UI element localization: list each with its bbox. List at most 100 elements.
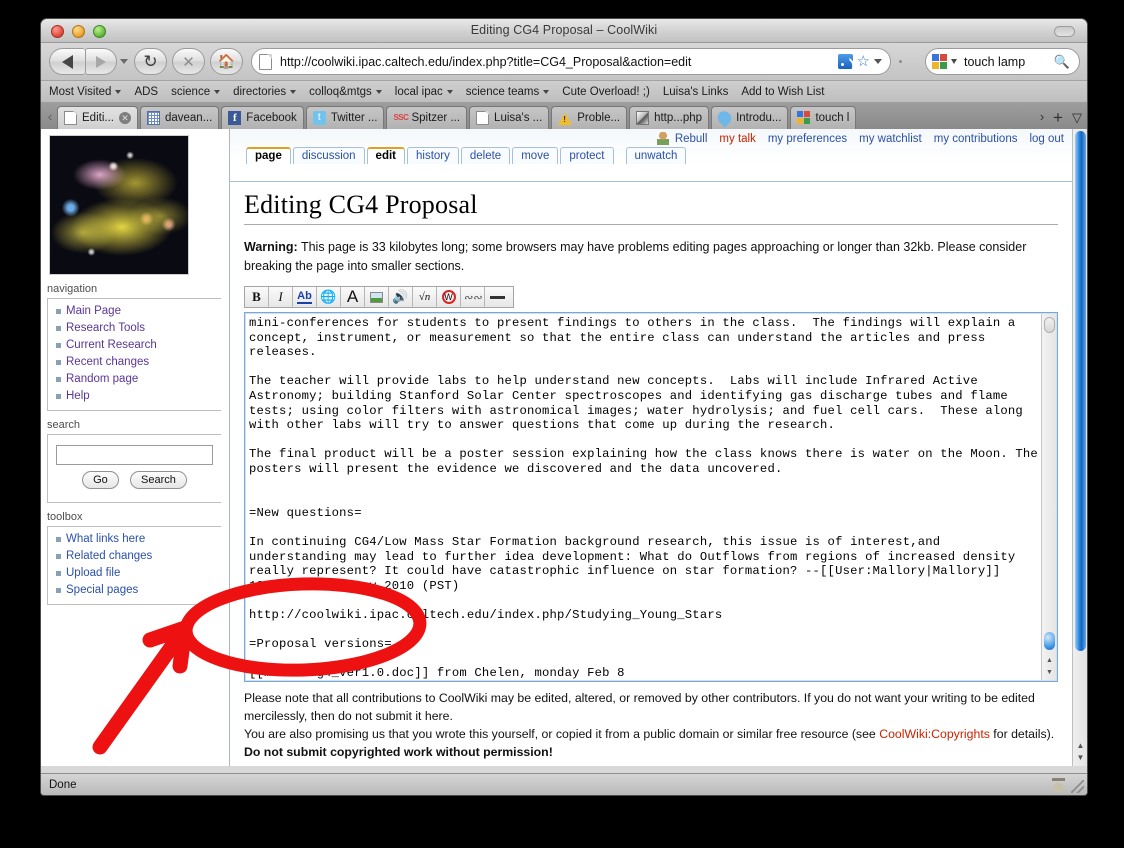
wiki-tab-discussion[interactable]: discussion	[293, 147, 365, 164]
bookmark-item[interactable]: directories	[233, 86, 296, 98]
bookmark-star-icon[interactable]: ☆	[857, 54, 870, 69]
sidebar-link[interactable]: Research Tools	[66, 322, 145, 334]
personal-link[interactable]: my contributions	[934, 133, 1018, 145]
wiki-tab-unwatch[interactable]: unwatch	[626, 147, 687, 164]
stop-button[interactable]: ✕	[172, 48, 205, 75]
page-content: navigation Main PageResearch ToolsCurren…	[41, 129, 1087, 766]
wiki-tab-history[interactable]: history	[407, 147, 459, 164]
list-item: Main Page	[66, 303, 221, 320]
bookmark-item[interactable]: science teams	[466, 86, 550, 98]
search-input[interactable]: touch lamp	[964, 55, 1054, 69]
bookmark-item[interactable]: ADS	[134, 86, 158, 98]
wiki-tab-move[interactable]: move	[512, 147, 558, 164]
wiki-tab-edit[interactable]: edit	[367, 147, 405, 164]
signature-icon[interactable]: ∾∾	[461, 287, 485, 307]
close-tab-icon[interactable]: ✕	[119, 112, 131, 124]
sidebar-link[interactable]: Recent changes	[66, 356, 149, 368]
editor-scrollbar[interactable]: ▲ ▼	[1041, 314, 1056, 680]
heading-icon[interactable]: A	[341, 287, 365, 307]
personal-link[interactable]: log out	[1029, 133, 1064, 145]
editor-scrollbar-top-cap[interactable]	[1044, 317, 1055, 333]
copyrights-link[interactable]: CoolWiki:Copyrights	[879, 727, 990, 741]
page-scrollbar[interactable]: ▲ ▼	[1072, 129, 1087, 766]
search-icon[interactable]: 🔍	[1054, 54, 1070, 70]
personal-link[interactable]: my talk	[719, 133, 755, 145]
chevron-down-icon[interactable]	[874, 59, 882, 64]
bookmark-item[interactable]: colloq&mtgs	[309, 86, 382, 98]
nowiki-icon[interactable]: W	[437, 287, 461, 307]
bookmark-item[interactable]: Add to Wish List	[741, 86, 824, 98]
sidebar-link[interactable]: Special pages	[66, 584, 138, 596]
sidebar-link[interactable]: What links here	[66, 533, 145, 545]
bookmark-label: colloq&mtgs	[309, 86, 372, 98]
tab-scroll-right-icon[interactable]: ›	[1035, 105, 1049, 129]
wiki-search-input[interactable]	[56, 445, 213, 465]
personal-link[interactable]: Rebull	[675, 133, 708, 145]
search-bar[interactable]: touch lamp 🔍	[925, 48, 1080, 75]
back-button[interactable]	[49, 48, 85, 75]
browser-tab[interactable]: http...php	[629, 106, 709, 129]
wiki-logo-image[interactable]	[49, 135, 189, 275]
bookmark-item[interactable]: Luisa's Links	[663, 86, 728, 98]
home-icon: 🏠	[218, 53, 235, 70]
browser-tab[interactable]: davean...	[140, 106, 219, 129]
bookmark-item[interactable]: Cute Overload! ;)	[562, 86, 650, 98]
bold-icon[interactable]: B	[245, 287, 269, 307]
reload-button[interactable]: ↻	[134, 48, 167, 75]
bookmark-item[interactable]: local ipac	[395, 86, 453, 98]
tab-scroll-left-icon[interactable]: ‹	[43, 105, 57, 129]
toolbox-heading: toolbox	[47, 511, 229, 523]
scroll-up-arrow-icon[interactable]: ▲	[1045, 657, 1054, 664]
url-bar[interactable]: http://coolwiki.ipac.caltech.edu/index.p…	[251, 48, 891, 75]
go-button[interactable]: Go	[82, 471, 119, 489]
scroll-down-arrow-icon[interactable]: ▼	[1045, 669, 1054, 676]
browser-tab[interactable]: Editi...✕	[57, 106, 138, 129]
wikitext-editor[interactable]: mini-conferences for students to present…	[244, 312, 1058, 682]
wiki-tab-protect[interactable]: protect	[560, 147, 613, 164]
home-button[interactable]: 🏠	[210, 48, 243, 75]
wiki-tab-delete[interactable]: delete	[461, 147, 510, 164]
personal-link[interactable]: my watchlist	[859, 133, 922, 145]
browser-tab[interactable]: touch l	[790, 106, 856, 129]
sidebar-link[interactable]: Help	[66, 390, 90, 402]
rss-feed-icon[interactable]	[838, 54, 853, 69]
italic-icon[interactable]: I	[269, 287, 293, 307]
sidebar-link[interactable]: Current Research	[66, 339, 157, 351]
external-link-icon[interactable]: 🌐	[317, 287, 341, 307]
browser-tab[interactable]: Luisa's ...	[469, 106, 549, 129]
page-scrollbar-thumb[interactable]	[1075, 131, 1086, 651]
browser-tab[interactable]: Proble...	[551, 106, 627, 129]
page-scroll-down-icon[interactable]: ▼	[1075, 753, 1086, 762]
bookmark-item[interactable]: science	[171, 86, 220, 98]
bookmark-item[interactable]: Most Visited	[49, 86, 121, 98]
tab-label: Facebook	[246, 112, 297, 124]
internal-link-icon[interactable]: Ab	[293, 287, 317, 307]
sidebar-link[interactable]: Random page	[66, 373, 138, 385]
user-avatar-icon	[657, 132, 669, 145]
browser-tab[interactable]: Introdu...	[711, 106, 788, 129]
horizontal-line-icon[interactable]	[485, 287, 509, 307]
wiki-tab-page[interactable]: page	[246, 147, 291, 164]
media-file-icon[interactable]: 🔊	[389, 287, 413, 307]
page-scroll-up-icon[interactable]: ▲	[1075, 741, 1086, 750]
sidebar-link[interactable]: Upload file	[66, 567, 120, 579]
forward-button[interactable]	[85, 48, 117, 75]
tab-list-icon[interactable]: ▽	[1067, 107, 1087, 129]
window-resize-grip[interactable]	[1071, 780, 1084, 793]
browser-tab[interactable]: tTwitter ...	[306, 106, 385, 129]
search-engine-chevron-icon[interactable]	[951, 59, 957, 64]
chevron-down-icon	[290, 90, 296, 94]
math-formula-icon[interactable]: √n	[413, 287, 437, 307]
embedded-image-icon[interactable]	[365, 287, 389, 307]
browser-tab[interactable]: SSCSpitzer ...	[386, 106, 467, 129]
sidebar-link[interactable]: Main Page	[66, 305, 121, 317]
personal-link[interactable]: my preferences	[768, 133, 847, 145]
editor-scrollbar-thumb[interactable]	[1044, 632, 1055, 650]
sidebar-link[interactable]: Related changes	[66, 550, 152, 562]
search-button[interactable]: Search	[130, 471, 187, 489]
toggle-toolbar-button[interactable]	[1054, 26, 1075, 37]
browser-tab[interactable]: fFacebook	[221, 106, 304, 129]
wikitext-content[interactable]: mini-conferences for students to present…	[249, 316, 1039, 679]
new-tab-button[interactable]: +	[1049, 107, 1067, 129]
forward-history-dropdown-icon[interactable]	[120, 59, 128, 64]
